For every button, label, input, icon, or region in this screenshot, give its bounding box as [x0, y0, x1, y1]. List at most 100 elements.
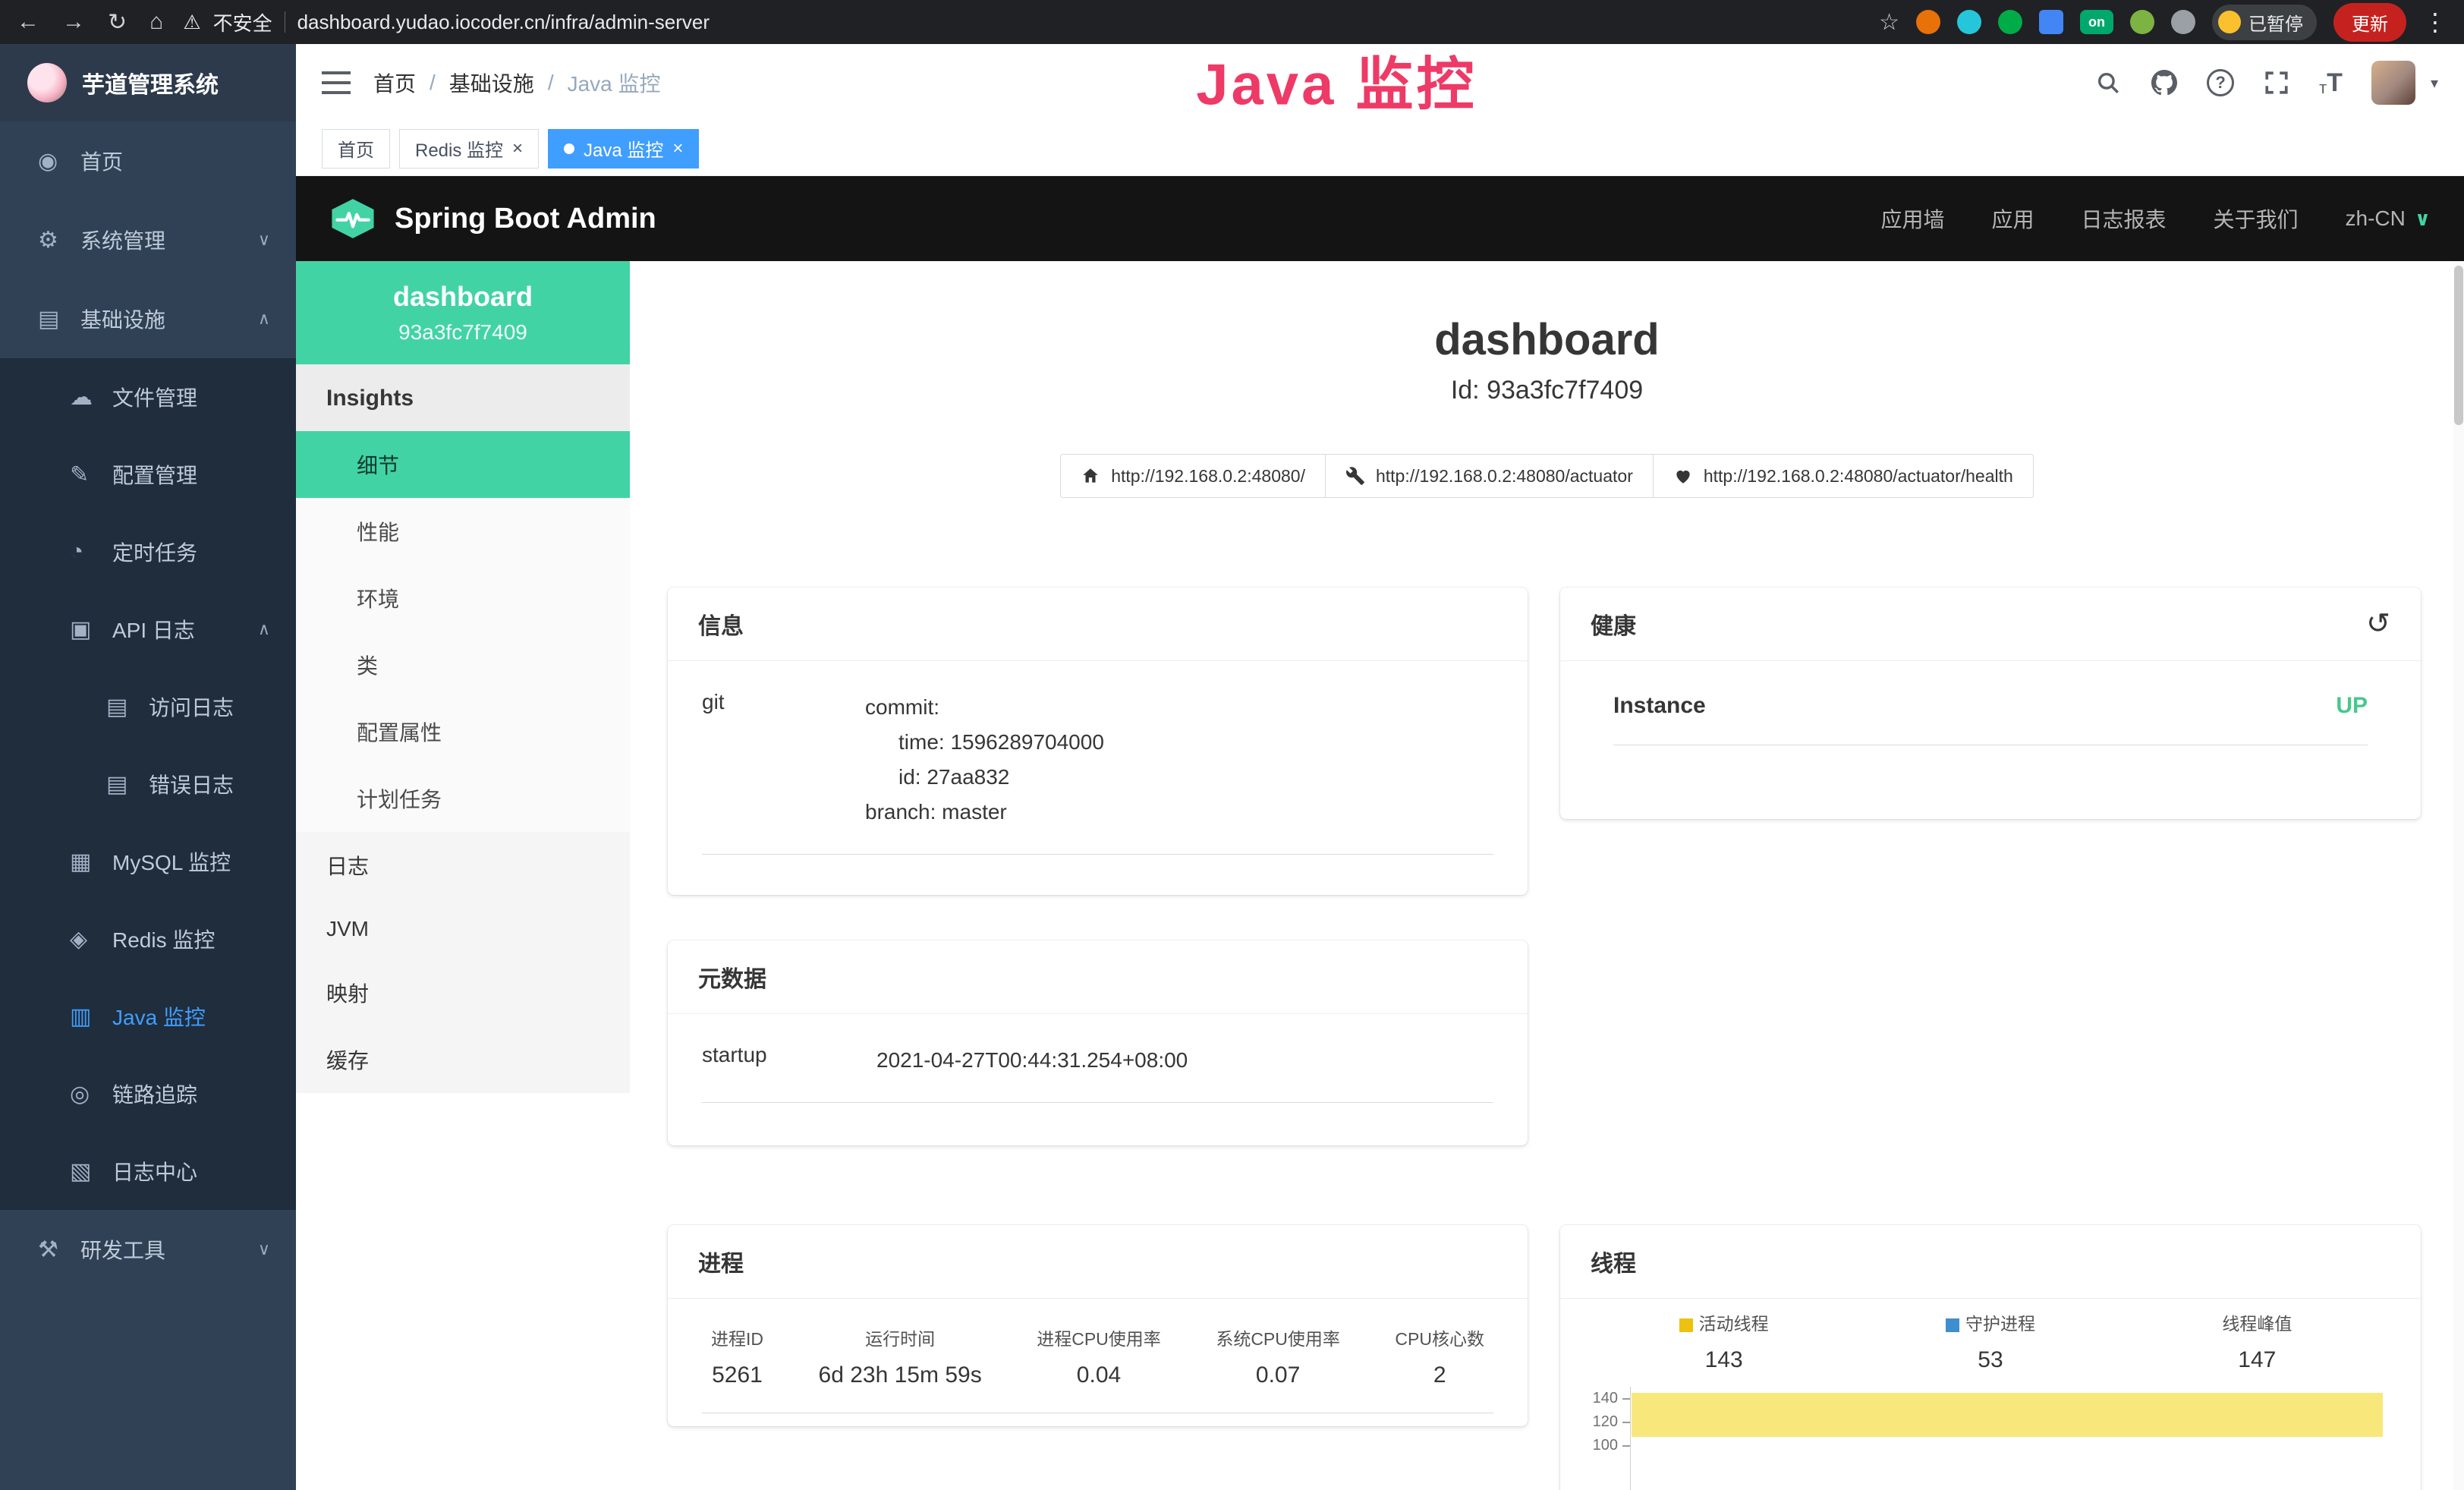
- sba-nav-journal[interactable]: 日志报表: [2082, 203, 2167, 234]
- breadcrumb-infra[interactable]: 基础设施: [449, 68, 534, 98]
- sidebar-item-devtools[interactable]: ⚒ 研发工具 ∨: [0, 1210, 296, 1289]
- forward-icon[interactable]: →: [62, 9, 85, 35]
- threads-card: 线程 活动线程 143 守护进程 53: [1560, 1225, 2421, 1490]
- warning-icon: ⚠: [183, 11, 200, 34]
- avatar[interactable]: [2371, 61, 2415, 105]
- sba-item-jvm[interactable]: JVM: [296, 899, 630, 959]
- stat-process-cpu: 进程CPU使用率 0.04: [1037, 1325, 1161, 1388]
- sidebar-item-api-log[interactable]: ▣ API 日志 ∧: [0, 591, 296, 668]
- info-card-title: 信息: [698, 607, 744, 641]
- legend-blue-swatch: [1946, 1318, 1959, 1332]
- metadata-card: 元数据 startup 2021-04-27T00:44:31.254+08:0…: [668, 940, 1528, 1145]
- sba-item-scheduledtasks[interactable]: 计划任务: [296, 765, 630, 832]
- sba-brand[interactable]: Spring Boot Admin: [395, 203, 656, 235]
- sba-item-details[interactable]: 细节: [296, 431, 630, 498]
- app-title: 芋道管理系统: [82, 66, 219, 99]
- scrollbar-track[interactable]: [2453, 261, 2464, 1490]
- chevron-up-icon: ∧: [258, 309, 270, 329]
- sidebar-item-trace[interactable]: ◎ 链路追踪: [0, 1055, 296, 1132]
- fullscreen-icon[interactable]: [2263, 69, 2290, 96]
- avatar-caret-icon[interactable]: ▾: [2431, 74, 2438, 93]
- sidebar-item-config[interactable]: ✎ 配置管理: [0, 436, 296, 513]
- tab-java[interactable]: Java 监控 ×: [548, 129, 699, 169]
- gear-icon: ⚙: [38, 227, 80, 254]
- sba-logo-icon: [329, 197, 376, 240]
- instance-links: http://192.168.0.2:48080/ http://192.168…: [630, 454, 2464, 498]
- breadcrumb: 首页 / 基础设施 / Java 监控: [373, 68, 661, 98]
- bookmark-star-icon[interactable]: ☆: [1879, 9, 1899, 36]
- app-logo: 芋道管理系统: [0, 44, 296, 121]
- smiley-icon: [2218, 11, 2241, 33]
- info-card: 信息 git commit: time: 1596289704000 id: 2…: [668, 587, 1528, 895]
- sba-item-configprops[interactable]: 配置属性: [296, 698, 630, 765]
- back-icon[interactable]: ←: [17, 9, 39, 35]
- sba-item-metrics[interactable]: 性能: [296, 498, 630, 565]
- update-button[interactable]: 更新: [2333, 3, 2406, 42]
- sba-nav-wallboard[interactable]: 应用墙: [1880, 203, 1944, 234]
- sba-item-environment[interactable]: 环境: [296, 565, 630, 632]
- actuator-url-button[interactable]: http://192.168.0.2:48080/actuator: [1325, 454, 1654, 498]
- header-actions: ? тT ▾: [2094, 61, 2438, 105]
- sidebar-item-access-log[interactable]: ▤ 访问日志: [0, 668, 296, 745]
- service-url-button[interactable]: http://192.168.0.2:48080/: [1060, 454, 1326, 498]
- tab-home[interactable]: 首页: [322, 129, 390, 169]
- sba-nav-applications[interactable]: 应用: [1991, 203, 2034, 234]
- paused-label: 已暂停: [2248, 9, 2303, 36]
- extension-icon-2[interactable]: [1957, 10, 1981, 34]
- sidebar-item-infra[interactable]: ▤ 基础设施 ∧: [0, 279, 296, 358]
- sba-item-caches[interactable]: 缓存: [296, 1026, 630, 1093]
- browser-home-icon[interactable]: ⌂: [149, 9, 163, 35]
- health-url-button[interactable]: http://192.168.0.2:48080/actuator/health: [1653, 454, 2034, 498]
- sba-side-menu: Insights 细节 性能 环境 类 配置属性 计划任务 日志 JVM: [296, 364, 630, 1093]
- sba-nav-about[interactable]: 关于我们: [2214, 203, 2299, 234]
- sidebar-item-mysql[interactable]: ▦ MySQL 监控: [0, 823, 296, 900]
- sba-item-logs[interactable]: 日志: [296, 832, 630, 899]
- logo-avatar: [27, 63, 67, 102]
- breadcrumb-home[interactable]: 首页: [373, 68, 416, 98]
- url-text: dashboard.yudao.iocoder.cn/infra/admin-s…: [297, 11, 710, 34]
- instance-header[interactable]: dashboard 93a3fc7f7409: [296, 261, 630, 364]
- sidebar-item-files[interactable]: ☁ 文件管理: [0, 358, 296, 436]
- sidebar-item-java[interactable]: ▥ Java 监控: [0, 978, 296, 1055]
- sba-item-mappings[interactable]: 映射: [296, 959, 630, 1026]
- locale-select[interactable]: zh-CN ∨: [2346, 206, 2431, 231]
- sidebar-item-redis[interactable]: ◈ Redis 监控: [0, 900, 296, 978]
- extension-on-badge[interactable]: on: [2080, 10, 2113, 34]
- sidebar-item-logcenter[interactable]: ▧ 日志中心: [0, 1132, 296, 1210]
- extension-icon-6[interactable]: [2171, 10, 2195, 34]
- sba-item-classes[interactable]: 类: [296, 632, 630, 698]
- threads-chart: 140 120 100: [1581, 1387, 2406, 1490]
- browser-menu-icon[interactable]: ⋮: [2423, 8, 2447, 36]
- history-icon[interactable]: ↺: [2366, 610, 2390, 638]
- extension-icon-5[interactable]: [2130, 10, 2154, 34]
- address-bar[interactable]: ⚠ 不安全 dashboard.yudao.iocoder.cn/infra/a…: [183, 8, 710, 36]
- breadcrumb-current: Java 监控: [568, 68, 661, 98]
- tab-redis[interactable]: Redis 监控 ×: [399, 129, 539, 169]
- active-dot: [564, 143, 574, 154]
- sidebar-item-system[interactable]: ⚙ 系统管理 ∨: [0, 200, 296, 279]
- chart-plot-area: [1630, 1387, 2406, 1490]
- scrollbar-thumb[interactable]: [2454, 266, 2463, 425]
- annotation-text: Java 监控: [1196, 38, 1477, 121]
- close-icon[interactable]: ×: [672, 140, 683, 158]
- search-icon[interactable]: [2094, 69, 2122, 96]
- stat-system-cpu: 系统CPU使用率 0.07: [1216, 1325, 1340, 1388]
- github-icon[interactable]: [2151, 69, 2178, 96]
- browser-right: ☆ on 已暂停 更新 ⋮: [1879, 3, 2447, 42]
- sidebar-item-jobs[interactable]: ◔ 定时任务: [0, 513, 296, 591]
- extension-icon-3[interactable]: [1998, 10, 2022, 34]
- sidebar-item-home[interactable]: ◉ 首页: [0, 121, 296, 200]
- api-log-icon: ▣: [70, 616, 112, 643]
- close-icon[interactable]: ×: [512, 140, 523, 158]
- reload-icon[interactable]: ↻: [108, 9, 127, 36]
- eye-icon: ◎: [70, 1081, 112, 1107]
- help-icon[interactable]: ?: [2207, 69, 2234, 96]
- paused-badge[interactable]: 已暂停: [2212, 5, 2317, 40]
- font-size-icon[interactable]: тT: [2319, 68, 2343, 98]
- extension-icon-1[interactable]: [1916, 10, 1940, 34]
- hamburger-icon[interactable]: [322, 71, 351, 94]
- sidebar-item-error-log[interactable]: ▤ 错误日志: [0, 745, 296, 823]
- process-stats: 进程ID 5261 运行时间 6d 23h 15m 59s 进程CPU使用率 0…: [702, 1321, 1493, 1413]
- extension-icon-4[interactable]: [2039, 10, 2063, 34]
- startup-row: startup 2021-04-27T00:44:31.254+08:00: [702, 1043, 1493, 1103]
